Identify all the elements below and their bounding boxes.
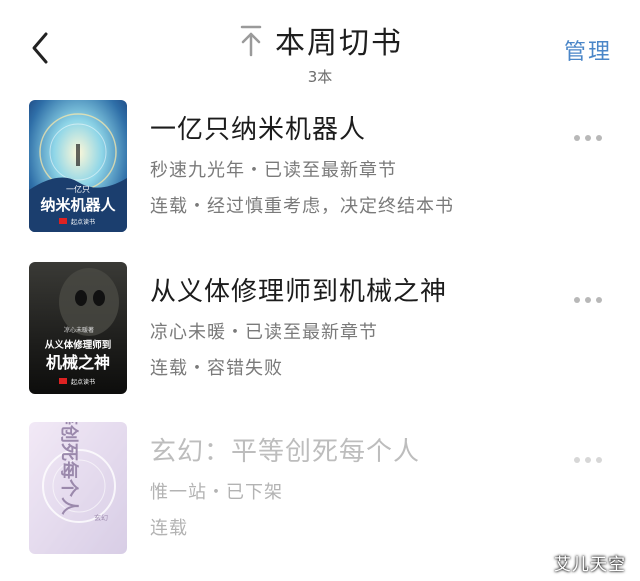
cover-brand-text: 起点读书 (71, 378, 95, 386)
book-meta: 秒速九光年・已读至最新章节 (150, 160, 397, 181)
book-title: 从义体修理师到机械之神 (150, 277, 448, 307)
cover-small-text: 凉心未暖著 (64, 326, 94, 334)
book-item[interactable]: 凉心未暖著 从义体修理师到 机械之神 起点读书 从义体修理师到机械之神 凉心未暖… (0, 258, 640, 394)
more-options-button[interactable] (574, 448, 610, 463)
cover-title-text: 机械之神 (46, 353, 110, 372)
more-icon-dot (585, 135, 591, 141)
more-icon-dot (596, 457, 602, 463)
cover-title-text: 平等创死每个人 (58, 422, 80, 516)
cover-small-text: 一亿只 (66, 184, 90, 194)
book-item[interactable]: 一亿只 纳米机器人 起点读书 一亿只纳米机器人 秒速九光年・已读至最新章节 连载… (0, 96, 640, 232)
cover-tag-text: 玄幻 (94, 513, 108, 522)
book-meta: 凉心未暖・已读至最新章节 (150, 322, 378, 343)
cover-line-text: 从义体修理师到 (45, 339, 112, 351)
book-count: 3本 (307, 68, 333, 86)
book-status: 连载・容错失败 (150, 358, 283, 379)
page-title: 本周切书 (275, 26, 403, 61)
more-icon-dot (585, 457, 591, 463)
more-icon-dot (596, 297, 602, 303)
title-block: 本周切书 3本 (0, 18, 640, 87)
arrow-up-icon[interactable] (237, 23, 265, 57)
book-meta: 惟一站・已下架 (150, 482, 283, 503)
book-status: 连载 (150, 518, 188, 539)
more-icon-dot (596, 135, 602, 141)
book-title: 一亿只纳米机器人 (150, 115, 367, 145)
book-title: 玄幻：平等创死每个人 (150, 437, 421, 467)
cover-brand-text: 起点读书 (71, 218, 95, 226)
more-icon-dot (574, 457, 580, 463)
book-cover[interactable]: 凉心未暖著 从义体修理师到 机械之神 起点读书 (29, 262, 127, 394)
book-cover[interactable]: 平等创死每个人 玄幻 (29, 422, 127, 554)
more-icon-dot (585, 297, 591, 303)
book-item[interactable]: 平等创死每个人 玄幻 玄幻：平等创死每个人 惟一站・已下架 连载 (0, 418, 640, 554)
book-status: 连载・经过慎重考虑，决定终结本书 (150, 196, 454, 217)
more-options-button[interactable] (574, 288, 610, 303)
book-cover[interactable]: 一亿只 纳米机器人 起点读书 (29, 100, 127, 232)
more-icon-dot (574, 297, 580, 303)
cover-title-text: 纳米机器人 (40, 196, 116, 214)
more-icon-dot (574, 135, 580, 141)
watermark: 艾儿天空 (554, 555, 626, 575)
manage-button[interactable]: 管理 (564, 34, 612, 66)
more-options-button[interactable] (574, 126, 610, 141)
header: 本周切书 3本 管理 (0, 0, 640, 90)
